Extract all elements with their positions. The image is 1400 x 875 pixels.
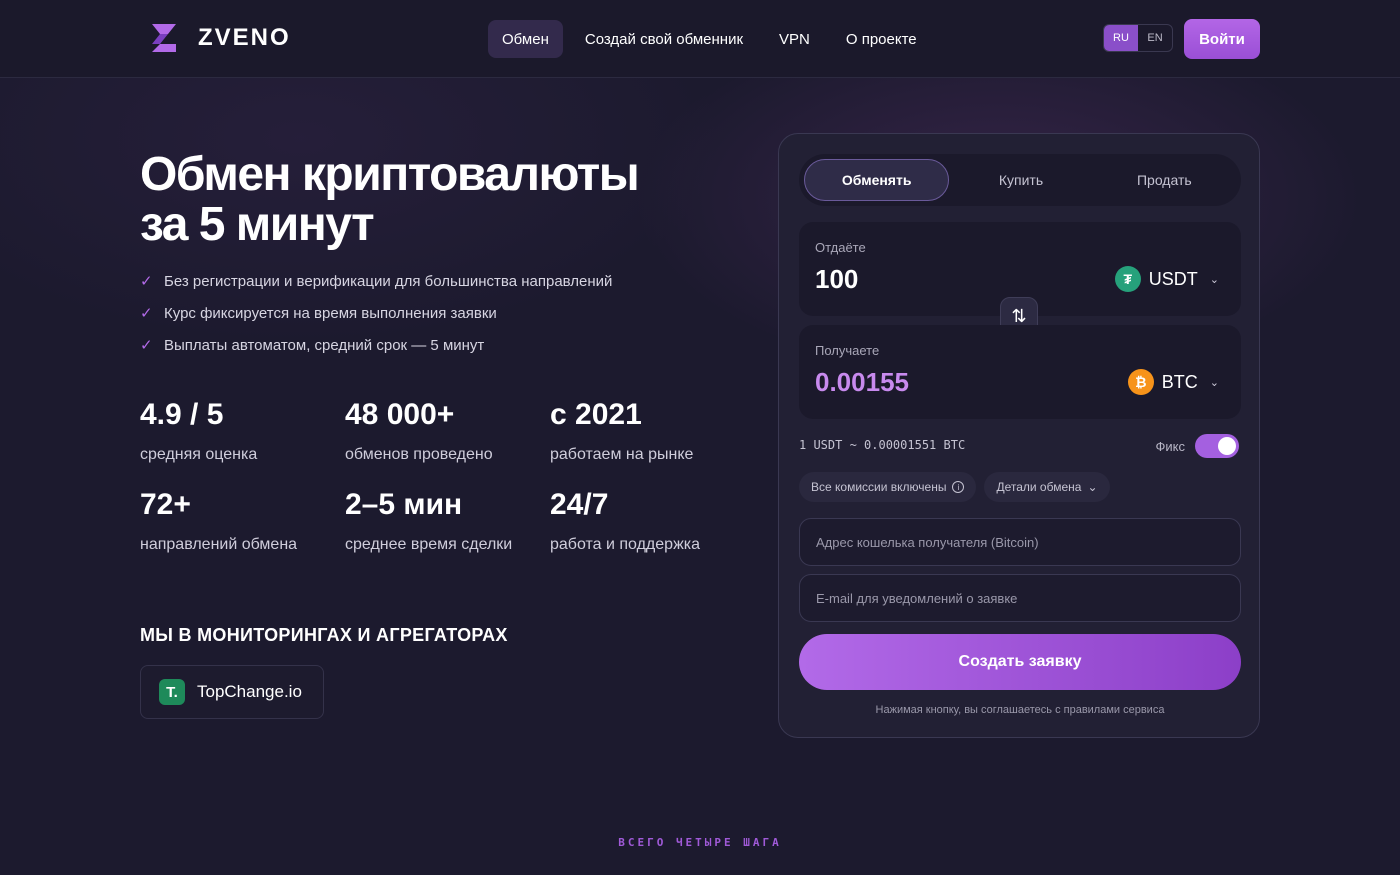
- stat-exchanges: 48 000+ обменов проведено: [345, 396, 550, 466]
- steps-section-label: ВСЕГО ЧЕТЫРЕ ШАГА: [618, 836, 782, 849]
- stat-value: с 2021: [550, 398, 642, 431]
- nav-item-exchange[interactable]: Обмен: [488, 20, 563, 58]
- lang-ru[interactable]: RU: [1104, 25, 1138, 51]
- info-icon: i: [952, 481, 965, 493]
- receive-amount: 0.00155: [815, 367, 909, 397]
- feature-item: ✓ Курс фиксируется на время выполнения за…: [140, 302, 612, 324]
- stat-value: 48 000+: [345, 398, 455, 431]
- check-icon: ✓: [140, 273, 153, 290]
- header: ZVENO Обмен Создай свой обменник VPN О п…: [0, 0, 1400, 78]
- tab-sell[interactable]: Продать: [1093, 159, 1236, 201]
- toggle-knob: [1218, 437, 1236, 455]
- stat-value: 24/7: [550, 488, 609, 521]
- logo[interactable]: ZVENO: [150, 22, 291, 54]
- exchange-rate: 1 USDT ~ 0.00001551 BTC: [799, 438, 966, 452]
- monitor-topchange-card[interactable]: T. TopChange.io: [140, 665, 324, 719]
- feature-text: Выплаты автоматом, средний срок — 5 мину…: [164, 336, 485, 354]
- swap-arrows-icon: ⇅: [1011, 305, 1027, 326]
- nav-item-vpn[interactable]: VPN: [765, 20, 824, 58]
- create-order-button[interactable]: Создать заявку: [799, 634, 1241, 690]
- check-icon: ✓: [140, 305, 153, 322]
- usdt-icon: ₮: [1114, 266, 1141, 292]
- stat-label: работа и поддержка: [550, 536, 701, 553]
- feature-list: ✓ Без регистрации и верификации для больш…: [140, 270, 612, 366]
- give-coin-select[interactable]: ₮ USDT ⌄: [1114, 266, 1219, 292]
- main-nav: Обмен Создай свой обменник VPN О проекте: [488, 20, 931, 58]
- topchange-name: TopChange.io: [197, 682, 302, 701]
- info-chips: Все комиссии включены i Детали обмена ⌄: [799, 472, 1110, 502]
- give-label: Отдаёте: [815, 240, 866, 255]
- check-icon: ✓: [140, 337, 153, 354]
- receive-field: Получаете 0.00155 ₿ BTC ⌄: [799, 325, 1241, 419]
- stat-time: 2–5 мин среднее время сделки: [345, 486, 550, 556]
- stat-value: 4.9 / 5: [140, 398, 224, 431]
- stat-value: 72+: [140, 488, 191, 521]
- login-button[interactable]: Войти: [1184, 19, 1260, 59]
- topchange-logo-icon: T.: [159, 679, 185, 705]
- tab-exchange[interactable]: Обменять: [804, 159, 950, 201]
- stat-label: среднее время сделки: [345, 536, 513, 553]
- details-chip-label: Детали обмена: [996, 480, 1082, 494]
- logo-text: ZVENO: [198, 24, 291, 51]
- hero-title: Обмен криптовалюты за 5 минут: [140, 150, 700, 250]
- chevron-down-icon: ⌄: [1209, 376, 1219, 389]
- stat-since: с 2021 работаем на рынке: [550, 396, 740, 466]
- nav-item-create-exchanger[interactable]: Создай свой обменник: [571, 20, 757, 58]
- fix-rate-toggle-group: Фикс: [1156, 434, 1239, 458]
- btc-icon: ₿: [1127, 369, 1154, 395]
- stat-label: направлений обмена: [140, 536, 298, 553]
- fix-label: Фикс: [1155, 438, 1185, 454]
- logo-icon: [152, 24, 176, 52]
- stat-value: 2–5 мин: [345, 488, 463, 521]
- feature-text: Без регистрации и верификации для больши…: [164, 272, 613, 290]
- give-coin-label: USDT: [1148, 268, 1198, 289]
- tab-buy[interactable]: Купить: [949, 159, 1092, 201]
- exchange-widget: Обменять Купить Продать Отдаёте 100 ₮ US…: [778, 133, 1260, 738]
- exchange-tabs: Обменять Купить Продать: [799, 154, 1241, 206]
- nav-item-about[interactable]: О проекте: [832, 20, 931, 58]
- receive-coin-label: BTC: [1161, 371, 1198, 392]
- lang-en[interactable]: EN: [1138, 25, 1172, 51]
- stat-label: работаем на рынке: [550, 446, 694, 463]
- details-chip[interactable]: Детали обмена ⌄: [984, 472, 1110, 502]
- stat-directions: 72+ направлений обмена: [140, 486, 345, 556]
- fix-rate-toggle[interactable]: [1195, 434, 1239, 458]
- terms-text: Нажимая кнопку, вы соглашаетесь с правил…: [875, 704, 1165, 716]
- receive-label: Получаете: [815, 343, 880, 358]
- hero-title-line2: за 5 минут: [140, 198, 375, 251]
- fees-chip[interactable]: Все комиссии включены i: [799, 472, 977, 502]
- feature-item: ✓ Выплаты автоматом, средний срок — 5 мин…: [140, 334, 612, 356]
- chevron-down-icon: ⌄: [1087, 480, 1098, 494]
- stat-label: средняя оценка: [140, 446, 258, 463]
- receive-coin-select[interactable]: ₿ BTC ⌄: [1127, 369, 1219, 395]
- fees-chip-label: Все комиссии включены: [811, 480, 947, 494]
- feature-item: ✓ Без регистрации и верификации для больш…: [140, 270, 612, 292]
- language-switcher: RU EN: [1103, 24, 1173, 52]
- wallet-address-input[interactable]: [799, 518, 1241, 566]
- chevron-down-icon: ⌄: [1209, 273, 1219, 286]
- stat-label: обменов проведено: [345, 446, 493, 463]
- monitors-title: МЫ В МОНИТОРИНГАХ И АГРЕГАТОРАХ: [140, 625, 508, 645]
- hero-title-line1: Обмен криптовалюты: [140, 148, 640, 201]
- stats-grid: 4.9 / 5 средняя оценка 48 000+ обменов про…: [140, 396, 740, 556]
- stat-rating: 4.9 / 5 средняя оценка: [140, 396, 345, 466]
- email-input[interactable]: [799, 574, 1241, 622]
- stat-support: 24/7 работа и поддержка: [550, 486, 740, 556]
- feature-text: Курс фиксируется на время выполнения зая…: [164, 304, 497, 322]
- give-amount-input[interactable]: 100: [815, 264, 858, 295]
